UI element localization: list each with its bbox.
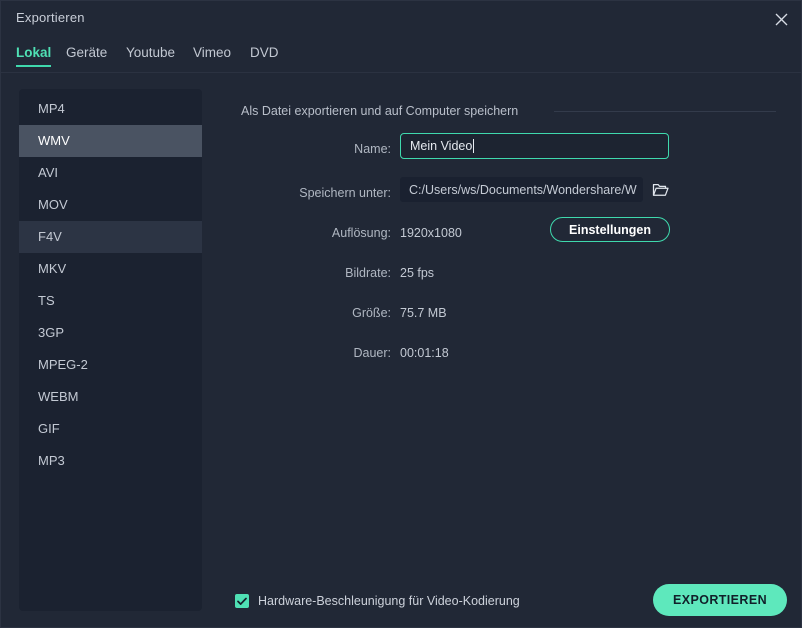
export-button[interactable]: EXPORTIEREN bbox=[653, 584, 787, 616]
section-title: Als Datei exportieren und auf Computer s… bbox=[241, 104, 519, 118]
tab-label: Lokal bbox=[16, 45, 52, 60]
format-item-mp4[interactable]: MP4 bbox=[19, 93, 202, 125]
settings-button[interactable]: Einstellungen bbox=[550, 217, 670, 242]
checkbox-icon bbox=[235, 594, 249, 608]
format-item-3gp[interactable]: 3GP bbox=[19, 317, 202, 349]
duration-value: 00:01:18 bbox=[400, 346, 449, 360]
tabbar-divider bbox=[1, 72, 801, 73]
format-item-f4v[interactable]: F4V bbox=[19, 221, 202, 253]
tab-vimeo[interactable]: Vimeo bbox=[193, 45, 231, 60]
folder-icon[interactable] bbox=[649, 179, 671, 200]
export-form: Als Datei exportieren und auf Computer s… bbox=[221, 89, 791, 559]
format-item-webm[interactable]: WEBM bbox=[19, 381, 202, 413]
hardware-acceleration-checkbox[interactable]: Hardware-Beschleunigung für Video-Kodier… bbox=[235, 594, 520, 608]
name-input[interactable]: Mein Video bbox=[400, 133, 669, 159]
format-item-mpeg-2[interactable]: MPEG-2 bbox=[19, 349, 202, 381]
page-title: Exportieren bbox=[16, 10, 85, 25]
close-icon[interactable] bbox=[767, 6, 795, 32]
size-label: Größe: bbox=[352, 306, 391, 320]
format-item-wmv[interactable]: WMV bbox=[19, 125, 202, 157]
hardware-acceleration-label: Hardware-Beschleunigung für Video-Kodier… bbox=[258, 594, 520, 608]
name-input-value: Mein Video bbox=[410, 139, 473, 153]
tab-label: Geräte bbox=[66, 45, 108, 60]
size-value: 75.7 MB bbox=[400, 306, 447, 320]
framerate-label: Bildrate: bbox=[345, 266, 391, 280]
tab-ger-te[interactable]: Geräte bbox=[66, 45, 107, 60]
format-item-mkv[interactable]: MKV bbox=[19, 253, 202, 285]
resolution-value: 1920x1080 bbox=[400, 226, 462, 240]
tab-label: DVD bbox=[250, 45, 279, 60]
save-to-input[interactable]: C:/Users/ws/Documents/Wondershare/W bbox=[400, 177, 643, 202]
format-list[interactable]: MP4 WMV AVI MOV F4V MKV TS 3GP MPEG-2 WEBM GIF MP3 bbox=[19, 89, 202, 611]
format-item-gif[interactable]: GIF bbox=[19, 413, 202, 445]
save-to-label: Speichern unter: bbox=[299, 186, 391, 200]
format-item-mp3[interactable]: MP3 bbox=[19, 445, 202, 477]
tab-label: Vimeo bbox=[193, 45, 232, 60]
tab-dvd[interactable]: DVD bbox=[250, 45, 279, 60]
save-to-value: C:/Users/ws/Documents/Wondershare/W bbox=[409, 182, 637, 197]
format-item-ts[interactable]: TS bbox=[19, 285, 202, 317]
tab-youtube[interactable]: Youtube bbox=[126, 45, 175, 60]
name-label: Name: bbox=[354, 142, 391, 156]
format-item-avi[interactable]: AVI bbox=[19, 157, 202, 189]
duration-label: Dauer: bbox=[353, 346, 391, 360]
title-bar: Exportieren bbox=[1, 1, 801, 37]
section-divider bbox=[554, 111, 776, 112]
format-item-mov[interactable]: MOV bbox=[19, 189, 202, 221]
tab-bar: Lokal Geräte Youtube Vimeo DVD bbox=[1, 37, 801, 73]
resolution-label: Auflösung: bbox=[331, 226, 391, 240]
framerate-value: 25 fps bbox=[400, 266, 435, 280]
export-dialog: Exportieren Lokal Geräte Youtube Vimeo DVD M… bbox=[0, 0, 802, 628]
tab-lokal[interactable]: Lokal bbox=[16, 45, 52, 67]
tab-active-underline bbox=[16, 65, 52, 67]
tab-label: Youtube bbox=[126, 45, 176, 60]
text-caret bbox=[473, 139, 475, 153]
